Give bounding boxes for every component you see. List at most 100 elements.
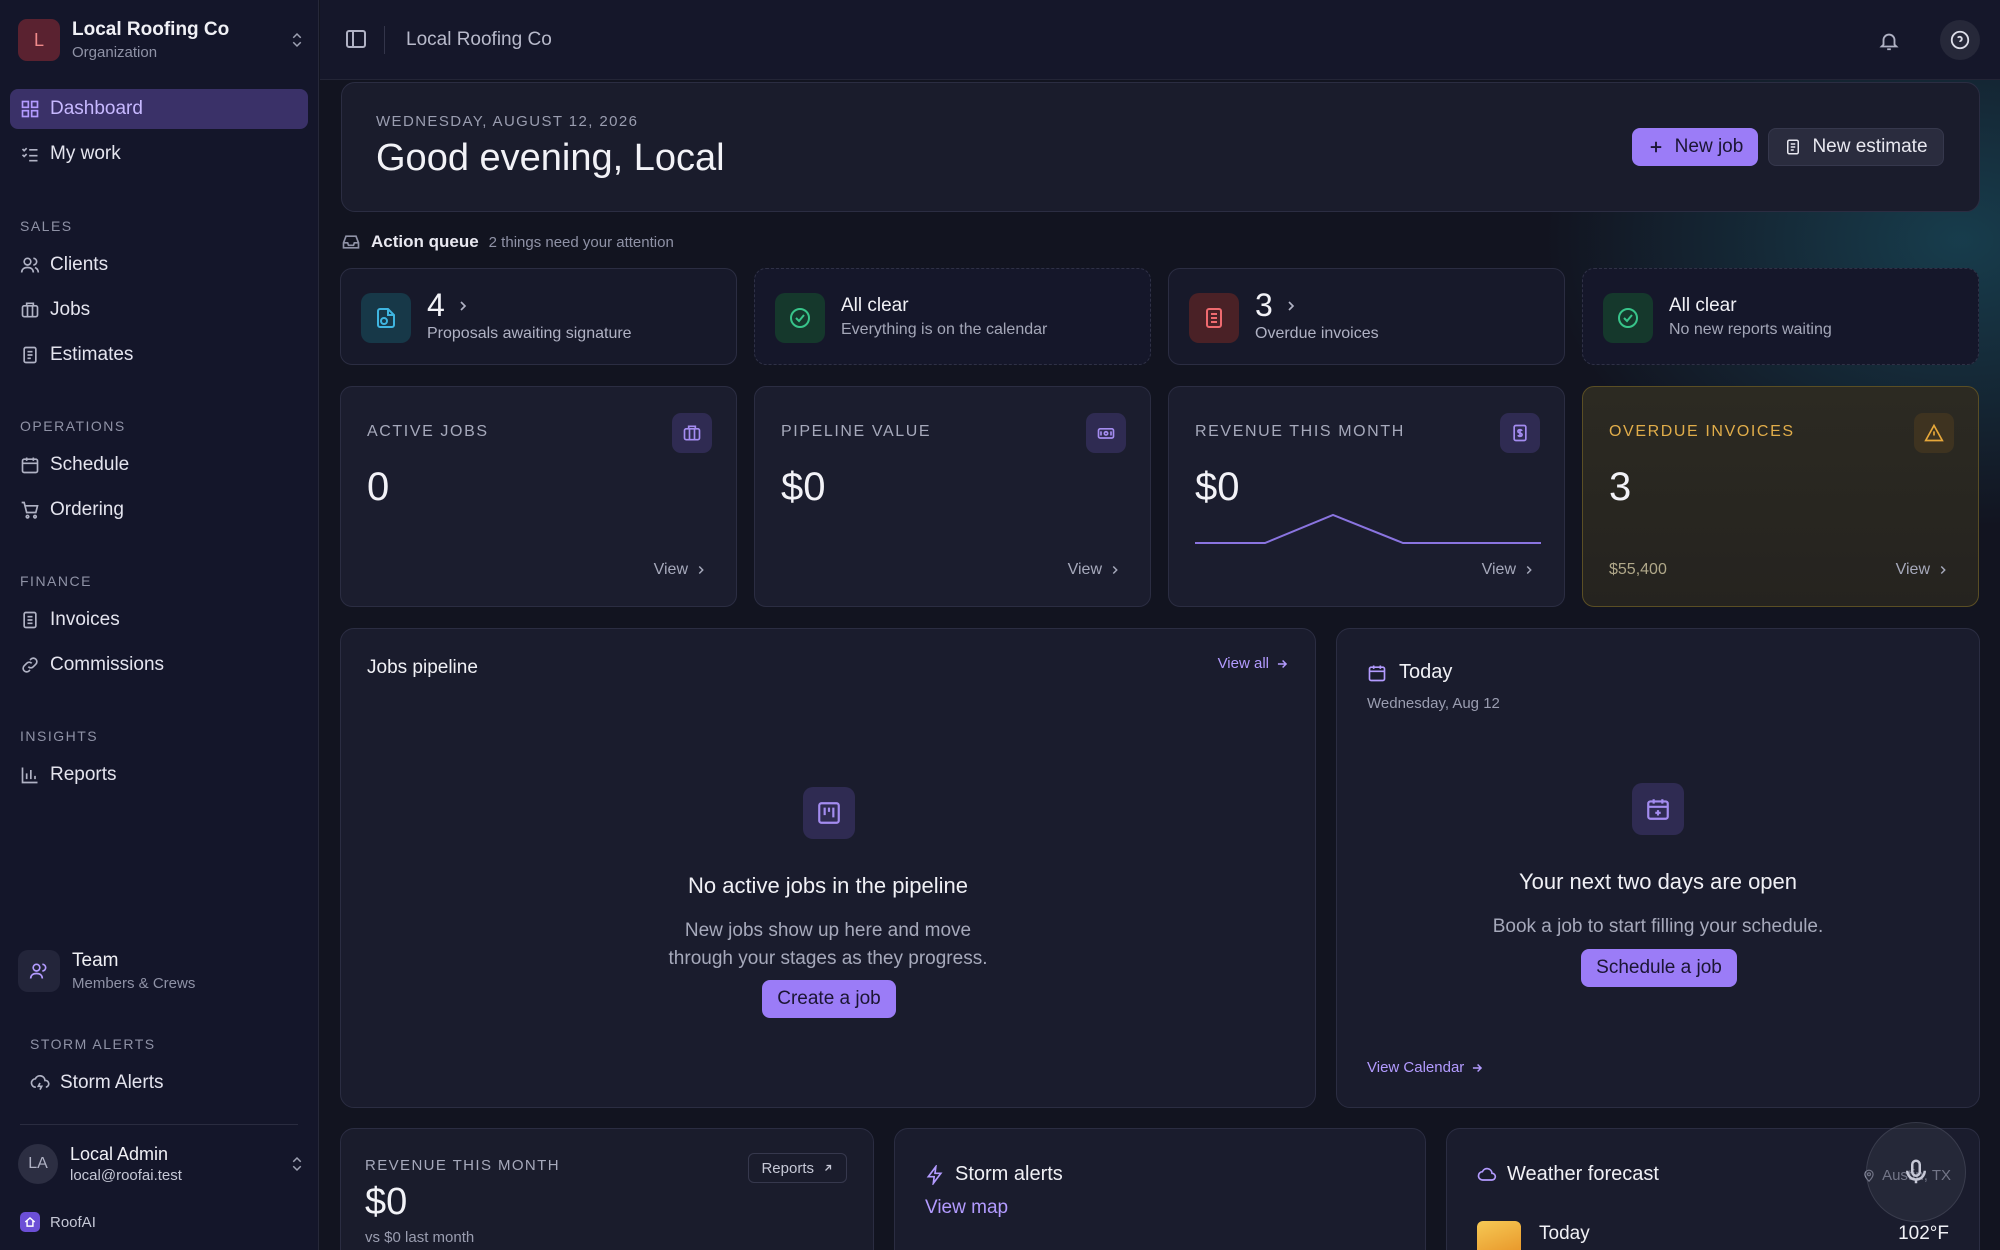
- view-calendar-link[interactable]: View Calendar: [1367, 1059, 1484, 1076]
- queue-card-proposals[interactable]: 4 Proposals awaiting signature: [340, 268, 737, 365]
- user-avatar: LA: [18, 1144, 58, 1184]
- invoice-icon: [1189, 293, 1239, 343]
- org-switcher[interactable]: L Local Roofing Co Organization: [18, 18, 308, 62]
- new-job-label: New job: [1674, 136, 1744, 157]
- queue-label: Proposals awaiting signature: [427, 325, 632, 342]
- org-type: Organization: [72, 44, 158, 61]
- stat-view-link[interactable]: View: [654, 561, 708, 579]
- sidebar-toggle-icon[interactable]: [344, 27, 370, 53]
- invoice-icon: [20, 610, 40, 630]
- chevron-right-icon: [1112, 565, 1118, 575]
- nav-clients[interactable]: Clients: [10, 245, 308, 285]
- section-finance-title: FINANCE: [20, 573, 92, 589]
- bell-icon: [1878, 30, 1900, 52]
- queue-card-reports[interactable]: All clear No new reports waiting: [1582, 268, 1979, 365]
- stat-label: OVERDUE INVOICES: [1609, 423, 1795, 440]
- microphone-icon: [1901, 1157, 1931, 1187]
- stat-overdue-invoices: OVERDUE INVOICES 3 $55,400 View: [1582, 386, 1979, 607]
- greeting-title: Good evening, Local: [376, 137, 725, 179]
- nav-estimates-label: Estimates: [50, 344, 134, 365]
- user-menu[interactable]: LA Local Admin local@roofai.test: [18, 1142, 308, 1186]
- org-name: Local Roofing Co: [72, 19, 230, 40]
- nav-schedule[interactable]: Schedule: [10, 445, 308, 485]
- team-link[interactable]: Team Members & Crews: [18, 950, 195, 992]
- proposals-count: 4: [427, 287, 445, 323]
- revenue-summary-card: REVENUE THIS MONTH Reports $0 vs $0 last…: [340, 1128, 874, 1250]
- sidebar: L Local Roofing Co Organization Dashboar…: [0, 0, 319, 1250]
- nav-storm-alerts[interactable]: Storm Alerts: [20, 1063, 308, 1103]
- cart-icon: [20, 500, 40, 520]
- new-job-button[interactable]: New job: [1632, 128, 1758, 166]
- help-icon: [1949, 29, 1971, 51]
- stat-subvalue: $55,400: [1609, 561, 1667, 578]
- view-map-link[interactable]: View map: [925, 1197, 1008, 1219]
- kanban-icon: [803, 787, 855, 839]
- external-arrow-icon: [825, 1164, 832, 1171]
- receipt-icon: [1500, 413, 1540, 453]
- arrow-right-icon: [1277, 659, 1288, 668]
- lightning-icon: [926, 1164, 943, 1185]
- cloud-lightning-icon: [30, 1073, 50, 1093]
- breadcrumb: Local Roofing Co: [406, 29, 552, 50]
- topbar-divider: [384, 26, 385, 54]
- chevron-right-icon: [1526, 565, 1532, 575]
- view-all-label: View all: [1217, 655, 1269, 672]
- team-text: Team Members & Crews: [72, 950, 195, 992]
- cash-icon: [1086, 413, 1126, 453]
- pipeline-title: Jobs pipeline: [367, 657, 478, 678]
- stat-value: $0: [781, 465, 826, 509]
- reports-button[interactable]: Reports: [748, 1153, 847, 1183]
- queue-clear-title: All clear: [1669, 295, 1737, 316]
- team-subtitle: Members & Crews: [72, 975, 196, 992]
- brand: RoofAI: [20, 1212, 96, 1232]
- roofai-logo-icon: [20, 1212, 40, 1232]
- today-header: Today: [1367, 661, 1452, 684]
- nav-estimates[interactable]: Estimates: [10, 335, 308, 375]
- users-icon: [20, 255, 40, 275]
- stat-view-link[interactable]: View: [1068, 561, 1122, 579]
- section-operations-title: OPERATIONS: [20, 418, 126, 434]
- queue-card-calendar[interactable]: All clear Everything is on the calendar: [754, 268, 1151, 365]
- chevron-right-icon: [460, 300, 466, 311]
- today-empty-title: Your next two days are open: [1518, 869, 1798, 894]
- schedule-job-button[interactable]: Schedule a job: [1581, 949, 1737, 987]
- queue-clear-subtitle: Everything is on the calendar: [841, 321, 1048, 338]
- revenue-value: $0: [365, 1181, 408, 1223]
- nav-commissions[interactable]: Commissions: [10, 645, 308, 685]
- help-button[interactable]: [1940, 20, 1980, 60]
- nav-my-work[interactable]: My work: [10, 134, 308, 174]
- notifications-button[interactable]: [1870, 22, 1908, 60]
- today-date: Wednesday, Aug 12: [1367, 695, 1500, 712]
- stat-value: $0: [1195, 465, 1240, 509]
- nav-ordering[interactable]: Ordering: [10, 490, 308, 530]
- stat-value: 3: [1609, 465, 1632, 509]
- create-job-button[interactable]: Create a job: [762, 980, 896, 1018]
- nav-dashboard[interactable]: Dashboard: [10, 89, 308, 129]
- user-email: local@roofai.test: [70, 1167, 182, 1184]
- briefcase-icon: [672, 413, 712, 453]
- section-storm-title: STORM ALERTS: [30, 1036, 156, 1052]
- view-label: View: [1067, 561, 1102, 578]
- link-icon: [20, 655, 40, 675]
- user-text: Local Admin local@roofai.test: [70, 1144, 288, 1184]
- new-estimate-button[interactable]: New estimate: [1768, 128, 1944, 166]
- stat-view-link[interactable]: View: [1482, 561, 1536, 579]
- calendar-icon: [20, 455, 40, 475]
- stat-revenue-month: REVENUE THIS MONTH $0 View: [1168, 386, 1565, 607]
- chevron-up-down-icon: [288, 31, 308, 49]
- calendar-plus-icon: [1632, 783, 1684, 835]
- pipeline-empty-line2: through your stages as they progress.: [668, 948, 988, 969]
- revenue-sparkline: [1195, 513, 1541, 544]
- voice-assistant-button[interactable]: [1866, 1122, 1966, 1222]
- revenue-comparison: vs $0 last month: [365, 1229, 475, 1246]
- queue-card-overdue[interactable]: 3 Overdue invoices: [1168, 268, 1565, 365]
- nav-jobs[interactable]: Jobs: [10, 290, 308, 330]
- pipeline-view-all-link[interactable]: View all: [1218, 655, 1289, 672]
- today-empty-body: Book a job to start filling your schedul…: [1492, 916, 1824, 937]
- nav-invoices[interactable]: Invoices: [10, 600, 308, 640]
- action-queue-title: Action queue: [371, 232, 479, 251]
- stat-view-link[interactable]: View: [1896, 561, 1950, 579]
- nav-reports-label: Reports: [50, 764, 117, 785]
- nav-reports[interactable]: Reports: [10, 755, 308, 795]
- nav-invoices-label: Invoices: [50, 609, 120, 630]
